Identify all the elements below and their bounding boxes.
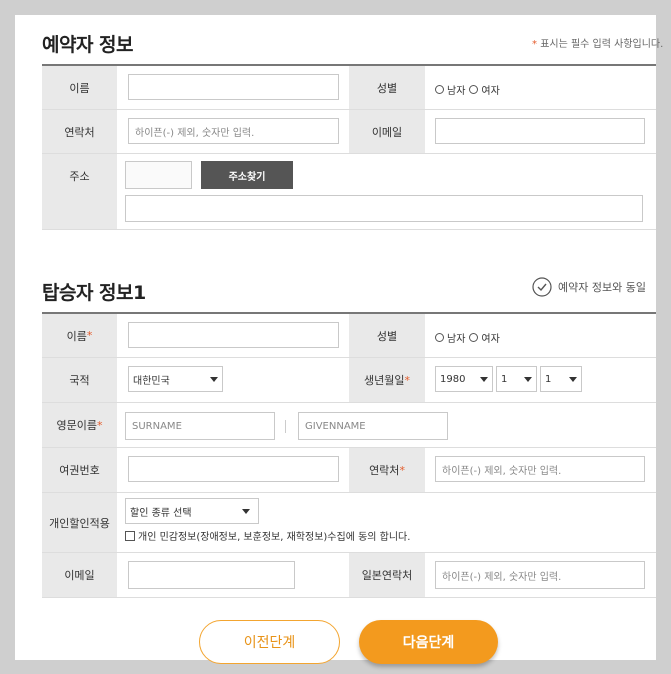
nationality-label: 국적 — [42, 358, 117, 402]
passenger-row-name: 이름 * 성별 남자 여자 — [42, 314, 656, 358]
zipcode-input[interactable] — [125, 161, 192, 189]
required-star: * — [86, 329, 93, 342]
consent-checkbox[interactable] — [125, 530, 135, 541]
required-star: * — [96, 418, 103, 432]
birth-day-value: 1 — [545, 373, 552, 385]
consent-checkbox-row[interactable]: 개인 민감정보(장애정보, 보훈정보, 재학정보)수집에 동의 합니다. — [125, 528, 410, 543]
booker-female-radio[interactable] — [469, 85, 479, 94]
booker-email-input[interactable] — [435, 118, 645, 144]
birth-year-select[interactable]: 1980 — [435, 366, 493, 392]
booker-male-label: 남자 — [447, 86, 466, 97]
passenger-email-input[interactable] — [128, 561, 295, 589]
passenger-name-label-text: 이름 — [66, 329, 87, 343]
passenger-section-title: 탑승자 정보1 — [42, 282, 146, 304]
passenger-row-nationality: 국적 대한민국 생년월일 * 1980 1 1 — [42, 358, 656, 403]
booker-address-label: 주소 — [42, 154, 117, 229]
birth-month-value: 1 — [501, 373, 508, 385]
passenger-male-radio[interactable] — [435, 333, 444, 342]
prev-step-button[interactable]: 이전단계 — [199, 620, 340, 664]
form-panel: 예약자 정보 * 표시는 필수 입력 사항입니다. 이름 성별 남자 여자 연락… — [15, 15, 663, 664]
booker-row-address: 주소 주소찾기 — [42, 154, 656, 230]
required-star: * — [399, 463, 405, 477]
english-name-label-text: 영문이름 — [56, 419, 97, 432]
discount-select[interactable]: 할인 종류 선택 — [125, 498, 259, 524]
chevron-down-icon — [569, 376, 577, 382]
divider — [285, 420, 286, 433]
discount-select-value: 할인 종류 선택 — [130, 507, 192, 519]
booker-name-input[interactable] — [128, 74, 339, 100]
nationality-select[interactable]: 대한민국 — [128, 366, 223, 392]
passenger-table: 이름 * 성별 남자 여자 국적 대한민국 생년월일 * 1980 1 1 영문이름… — [42, 312, 656, 598]
givenname-input[interactable]: GIVENNAME — [298, 412, 448, 440]
birth-month-select[interactable]: 1 — [496, 366, 537, 392]
discount-label: 개인할인적용 — [42, 493, 117, 552]
japan-contact-label: 일본연락처 — [349, 553, 425, 597]
booker-contact-input[interactable]: 하이픈(-) 제외, 숫자만 입력. — [128, 118, 339, 144]
chevron-down-icon — [480, 376, 488, 382]
booker-email-label: 이메일 — [349, 110, 425, 153]
chevron-down-icon — [242, 508, 250, 514]
chevron-down-icon — [524, 376, 532, 382]
surname-input[interactable]: SURNAME — [125, 412, 275, 440]
same-as-booker-label: 예약자 정보와 동일 — [558, 281, 646, 294]
required-note: * 표시는 필수 입력 사항입니다. — [532, 35, 663, 50]
passport-input[interactable] — [128, 456, 339, 482]
booker-row-name: 이름 성별 남자 여자 — [42, 66, 656, 110]
booker-contact-label: 연락처 — [42, 110, 117, 153]
next-step-button[interactable]: 다음단계 — [359, 620, 498, 664]
birth-year-value: 1980 — [440, 373, 466, 385]
booker-section-title: 예약자 정보 — [42, 34, 134, 56]
required-star: * — [404, 373, 410, 387]
required-note-star: * — [532, 39, 537, 50]
passenger-row-discount: 개인할인적용 할인 종류 선택 개인 민감정보(장애정보, 보훈정보, 재학정보… — [42, 493, 656, 553]
passenger-row-english-name: 영문이름 * SURNAME GIVENNAME — [42, 403, 656, 448]
required-note-text: 표시는 필수 입력 사항입니다. — [540, 39, 664, 50]
check-circle-icon — [532, 277, 552, 297]
address-detail-input[interactable] — [125, 195, 643, 222]
booker-gender-label: 성별 — [349, 66, 425, 109]
passenger-contact-label: 연락처 * — [349, 448, 425, 492]
passenger-gender-label: 성별 — [349, 314, 425, 357]
booker-table: 이름 성별 남자 여자 연락처 하이픈(-) 제외, 숫자만 입력. 이메일 주… — [42, 64, 656, 230]
birth-label: 생년월일 * — [349, 358, 425, 402]
passenger-contact-label-text: 연락처 — [369, 464, 400, 477]
same-as-booker-toggle[interactable]: 예약자 정보와 동일 — [532, 277, 646, 297]
passenger-email-label: 이메일 — [42, 553, 117, 597]
passenger-contact-input[interactable]: 하이픈(-) 제외, 숫자만 입력. — [435, 456, 645, 482]
passport-label: 여권번호 — [42, 448, 117, 492]
nationality-value: 대한민국 — [133, 375, 170, 387]
chevron-down-icon — [210, 376, 218, 382]
birth-day-select[interactable]: 1 — [540, 366, 582, 392]
passenger-name-input[interactable] — [128, 322, 339, 348]
passenger-female-label: 여자 — [481, 334, 500, 345]
booker-male-radio[interactable] — [435, 85, 444, 94]
booker-row-contact: 연락처 하이픈(-) 제외, 숫자만 입력. 이메일 — [42, 110, 656, 154]
birth-label-text: 생년월일 — [364, 374, 405, 387]
passenger-name-label: 이름 * — [42, 314, 117, 357]
japan-contact-input[interactable]: 하이픈(-) 제외, 숫자만 입력. — [435, 561, 645, 589]
passenger-gender-group: 남자 여자 — [435, 330, 500, 345]
booker-name-label: 이름 — [42, 66, 117, 109]
passenger-male-label: 남자 — [447, 334, 466, 345]
booker-gender-group: 남자 여자 — [435, 82, 500, 97]
consent-text: 개인 민감정보(장애정보, 보훈정보, 재학정보)수집에 동의 합니다. — [138, 532, 411, 543]
english-name-label: 영문이름 * — [42, 403, 117, 447]
passenger-female-radio[interactable] — [469, 333, 479, 342]
passenger-row-email: 이메일 일본연락처 하이픈(-) 제외, 숫자만 입력. — [42, 553, 656, 598]
passenger-row-passport: 여권번호 연락처 * 하이픈(-) 제외, 숫자만 입력. — [42, 448, 656, 493]
address-search-button[interactable]: 주소찾기 — [201, 161, 293, 189]
booker-female-label: 여자 — [481, 86, 500, 97]
